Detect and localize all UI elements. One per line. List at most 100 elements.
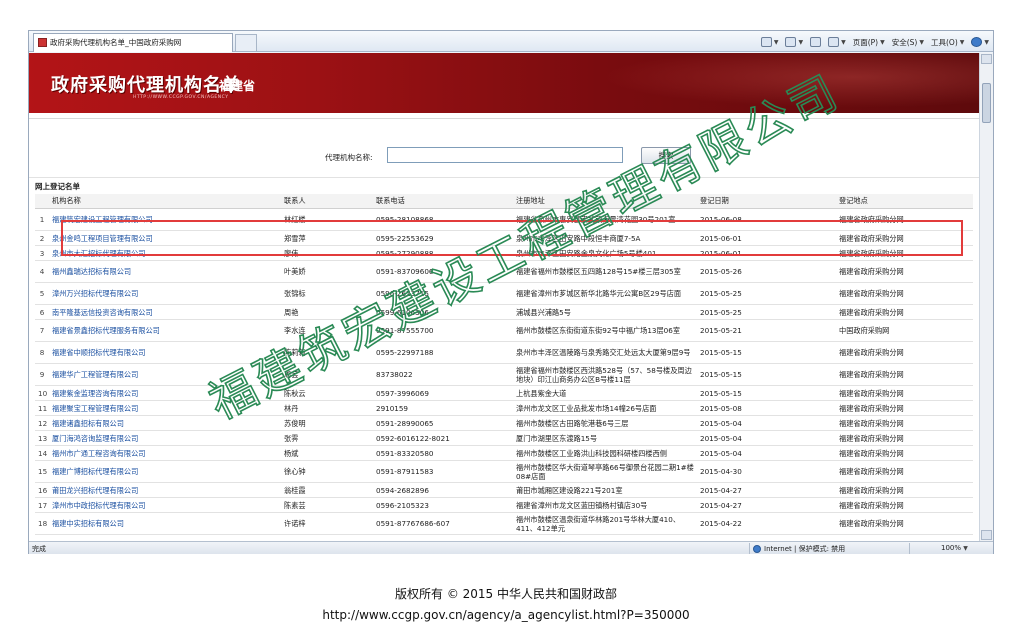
tab-active[interactable]: 政府采购代理机构名单_中国政府采购网: [33, 33, 233, 52]
row-index: 17: [35, 497, 49, 513]
status-bar: 完成 Internet | 保护模式: 禁用 100% ▼: [29, 541, 993, 554]
row-index: 5: [35, 282, 49, 305]
row-index: 10: [35, 385, 49, 401]
footer-copyright: 版权所有 © 2015 中华人民共和国财政部: [395, 587, 617, 601]
row-index: 8: [35, 341, 49, 364]
favicon-icon: [38, 38, 47, 47]
table-cell: 林丹: [281, 400, 373, 416]
table-cell: 徐心钟: [281, 460, 373, 483]
footer-url[interactable]: http://www.ccgp.gov.cn/agency/a_agencyli…: [0, 605, 1012, 626]
table-cell: 福建省福州市鼓楼区西洪路528号（57、58号楼及周边地块）印江山商务办公区B号…: [513, 363, 697, 386]
security-zone[interactable]: Internet | 保护模式: 禁用: [753, 544, 845, 554]
table-cell: 0595-28108868: [373, 208, 513, 231]
table-cell: 福建省政府采购分网: [836, 400, 973, 416]
divider: [29, 177, 979, 178]
agency-name-link[interactable]: 福建华广工程管理有限公司: [49, 363, 281, 386]
scroll-down-button[interactable]: [981, 530, 992, 540]
row-index: 7: [35, 319, 49, 342]
column-header: 注册地址: [513, 194, 697, 209]
table-cell: 许诺梓: [281, 512, 373, 535]
agency-name-link[interactable]: 福建诸鑫招标有限公司: [49, 415, 281, 431]
row-index: 15: [35, 460, 49, 483]
agency-name-link[interactable]: 南平隆基远信投资咨询有限公司: [49, 304, 281, 320]
page-menu[interactable]: 页面(P) ▼: [853, 37, 885, 48]
agency-name-link[interactable]: 厦门海鸿咨询监理有限公司: [49, 430, 281, 446]
table-cell: 福建省政府采购分网: [836, 445, 973, 461]
table-cell: 2015-05-25: [697, 282, 836, 305]
mail-button[interactable]: [810, 37, 822, 47]
zoom-level[interactable]: 100% ▼: [941, 544, 968, 552]
agency-name-link[interactable]: 福建聚宝工程管理有限公司: [49, 400, 281, 416]
home-button[interactable]: ▼: [760, 37, 778, 47]
search-button[interactable]: 搜索: [641, 147, 691, 164]
table-row: 15 福建广博招标代理有限公司 徐心钟 0591-87911583 福州市鼓楼区华大街道…: [35, 460, 973, 483]
scroll-up-button[interactable]: [981, 54, 992, 64]
agency-name-link[interactable]: 福建省景鑫招标代理服务有限公司: [49, 319, 281, 342]
column-header: 登记地点: [836, 194, 973, 209]
table-cell: 张锦标: [281, 282, 373, 305]
table-cell: 2015-06-01: [697, 230, 836, 246]
mail-icon: [810, 37, 822, 47]
table-cell: 陈素芸: [281, 497, 373, 513]
agency-name-link[interactable]: 福建省中顺招标代理有限公司: [49, 341, 281, 364]
table-row: 2 泉州金鸣工程项目管理有限公司 郑雪萍 0595-22553629 泉州市丰泽区田安路…: [35, 230, 973, 246]
agency-name-link[interactable]: 福建紫金监理咨询有限公司: [49, 385, 281, 401]
table-header-row: 机构名称 联系人 联系电话 注册地址 登记日期 登记地点: [35, 194, 973, 209]
table-cell: 福建省泉州市惠安县崇武镇海景湾花园30号201室: [513, 208, 697, 231]
table-row: 14 福州市广通工程咨询有限公司 杨斌 0591-83320580 福州市鼓楼区工业路洪…: [35, 445, 973, 461]
new-tab-button[interactable]: [235, 34, 257, 51]
table-body: 1 福建筑宏建设工程管理有限公司 林红楼 0595-28108868 福建省泉州市惠安县…: [35, 208, 973, 541]
table-cell: 泉州市丰泽区田安路金泉文化广场5号楼401: [513, 245, 697, 261]
tools-menu[interactable]: 工具(O) ▼: [931, 37, 964, 48]
row-index: 13: [35, 430, 49, 446]
agency-name-link[interactable]: 莆田龙兴招标代理有限公司: [49, 482, 281, 498]
safety-menu[interactable]: 安全(S) ▼: [892, 37, 924, 48]
column-header: 机构名称: [49, 194, 281, 209]
table-row: 7 福建省景鑫招标代理服务有限公司 李水连 0591-87555700 福州市鼓楼区东街…: [35, 319, 973, 342]
scroll-thumb[interactable]: [982, 83, 991, 123]
agency-name-input[interactable]: [387, 147, 623, 163]
agency-name-link[interactable]: 福建中实招标有限公司: [49, 512, 281, 535]
table-cell: 陈莉莉: [281, 341, 373, 364]
command-bar: ▼ ▼ ▼ 页面(P) ▼ 安全(S) ▼ 工具(O) ▼ ▼: [760, 34, 989, 50]
vertical-scrollbar[interactable]: [979, 53, 993, 541]
table-cell: 福建省漳州市芗城区新华北路华元公寓B区29号店面: [513, 282, 697, 305]
banner-title: 政府采购代理机构名单: [51, 75, 241, 96]
agency-name-link[interactable]: 福州市广通工程咨询有限公司: [49, 445, 281, 461]
agency-name-link[interactable]: 漳州市中政招标代理有限公司: [49, 497, 281, 513]
globe-icon: [753, 545, 761, 553]
table-cell: 福州市鼓楼区工业路洪山科技园科研楼四楼西侧: [513, 445, 697, 461]
table-cell: 上杭县紫金大道: [513, 385, 697, 401]
banner-decoration: [559, 53, 979, 113]
table-row: 10 福建紫金监理咨询有限公司 陈秋云 0597-3996069 上杭县紫金大道 2015…: [35, 385, 973, 401]
table-cell: 周芸: [281, 363, 373, 386]
table-cell: 2015-05-04: [697, 445, 836, 461]
agency-name-link[interactable]: 泉州市大汇招标代理有限公司: [49, 245, 281, 261]
table-cell: 郑雪萍: [281, 230, 373, 246]
agency-name-link[interactable]: 福州鑫瑞达招标有限公司: [49, 260, 281, 283]
agency-name-link[interactable]: 福建筑宏建设工程管理有限公司: [49, 208, 281, 231]
agency-name-link[interactable]: 漳州万兴招标代理有限公司: [49, 282, 281, 305]
table-cell: 周艳: [281, 304, 373, 320]
agency-name-link[interactable]: 泉州金鸣工程项目管理有限公司: [49, 230, 281, 246]
table-cell: 莆田市城厢区建设路221号201室: [513, 482, 697, 498]
table-cell: 2910159: [373, 400, 513, 416]
table-cell: 林红楼: [281, 208, 373, 231]
table-cell: 0591-87911583: [373, 460, 513, 483]
table-cell: 0595-22997188: [373, 341, 513, 364]
feeds-button[interactable]: ▼: [785, 37, 803, 47]
search-form: 代理机构名称: 搜索: [35, 143, 973, 173]
table-cell: 厦门市湖里区东渡路15号: [513, 430, 697, 446]
table-cell: 福建省政府采购分网: [836, 260, 973, 283]
table-cell: 0596-2623715: [373, 282, 513, 305]
table-cell: 2015-04-27: [697, 482, 836, 498]
help-button[interactable]: ▼: [971, 37, 989, 47]
table-cell: 福建省政府采购分网: [836, 460, 973, 483]
table-cell: 0591-83320580: [373, 445, 513, 461]
table-row: 4 福州鑫瑞达招标有限公司 叶美娇 0591-83709606 福建省福州市鼓楼区五四路…: [35, 260, 973, 283]
table-cell: 福建省政府采购分网: [836, 430, 973, 446]
row-index: 6: [35, 304, 49, 320]
agency-name-link[interactable]: 福建广博招标代理有限公司: [49, 460, 281, 483]
print-button[interactable]: ▼: [828, 37, 846, 47]
row-index: 3: [35, 245, 49, 261]
